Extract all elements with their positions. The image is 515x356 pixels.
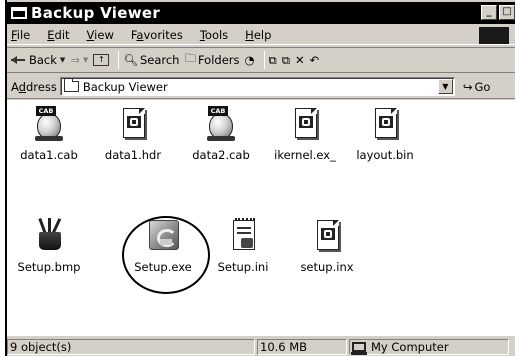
file-name: data2.cab (192, 148, 250, 162)
address-input[interactable]: Backup Viewer ▼ (59, 77, 455, 96)
menu-edit[interactable]: Edit (47, 28, 69, 42)
cab-icon: CAB (205, 106, 237, 142)
file-item[interactable]: Setup.ini (203, 218, 283, 274)
go-arrow-icon: ↪ (462, 79, 473, 94)
menu-file[interactable]: File (11, 28, 30, 42)
file-item[interactable]: ikernel.ex_ (265, 106, 345, 162)
file-item[interactable]: data1.hdr (93, 106, 173, 162)
windows-logo-icon (479, 27, 509, 44)
undo-icon: ↶ (309, 53, 320, 67)
file-name: Setup.bmp (17, 260, 81, 274)
file-name: setup.inx (300, 260, 354, 274)
folder-icon (63, 78, 79, 92)
file-item[interactable]: CAB data2.cab (181, 106, 261, 162)
file-name: data1.cab (20, 148, 78, 162)
document-icon (369, 106, 401, 142)
menu-tools[interactable]: Tools (200, 28, 228, 42)
menu-bar: File Edit View Favorites Tools Help (7, 25, 515, 45)
file-item[interactable]: layout.bin (345, 106, 425, 162)
move-to-button[interactable]: ⧉ (269, 53, 277, 68)
move-to-icon: ⧉ (268, 52, 277, 67)
document-icon (289, 106, 321, 142)
copy-to-icon: ⧉ (281, 52, 290, 67)
forward-button[interactable]: ⇒ ▼ (70, 53, 88, 67)
computer-icon (351, 341, 367, 355)
menu-view[interactable]: View (87, 28, 114, 42)
up-folder-icon: ↑ (93, 54, 110, 66)
status-bar: 9 object(s) 10.6 MB My Computer (7, 337, 515, 356)
history-button[interactable]: ◔ (245, 53, 255, 67)
explorer-window: Backup Viewer _ □ File Edit View Favorit… (5, 0, 515, 356)
document-icon (311, 218, 343, 254)
cab-icon: CAB (33, 106, 65, 142)
undo-button[interactable]: ↶ (310, 53, 320, 67)
file-name: Setup.exe (134, 260, 192, 274)
file-item[interactable]: CAB data1.cab (9, 106, 89, 162)
file-item[interactable]: Setup.bmp (9, 217, 89, 274)
address-label: Address (11, 79, 57, 94)
maximize-button[interactable]: □ (499, 5, 515, 20)
file-item[interactable]: Setup.exe (123, 218, 203, 274)
document-icon (117, 106, 149, 142)
window-title: Backup Viewer (31, 4, 161, 22)
forward-arrow-icon: ⇒ (70, 53, 80, 67)
back-button[interactable]: Back ▼ (11, 53, 65, 67)
menu-help[interactable]: Help (245, 28, 271, 42)
folders-button[interactable]: 🗀 Folders (184, 51, 239, 70)
toolbar-divider (263, 51, 265, 69)
copy-to-button[interactable]: ⧉ (282, 53, 290, 68)
file-name: layout.bin (356, 148, 414, 162)
minimize-button[interactable]: _ (481, 5, 497, 20)
installer-icon (147, 218, 179, 254)
folder-window-icon (11, 7, 27, 19)
status-object-count: 9 object(s) (7, 338, 255, 355)
file-name: Setup.ini (217, 260, 269, 274)
search-button[interactable]: 🔍︎ Search (123, 53, 179, 67)
status-size: 10.6 MB (257, 338, 347, 355)
toolbar-divider (118, 51, 120, 69)
history-icon: ◔ (244, 53, 255, 67)
delete-icon: ✕ (294, 53, 305, 67)
up-folder-button[interactable]: ↑ (93, 54, 110, 66)
go-button[interactable]: ↪ Go (463, 80, 491, 94)
forward-dropdown-icon[interactable]: ▼ (83, 56, 88, 64)
file-name: ikernel.ex_ (274, 148, 336, 162)
status-zone: My Computer (349, 338, 509, 355)
search-icon: 🔍︎ (123, 53, 138, 67)
folders-icon: 🗀 (184, 50, 196, 65)
file-list: CAB data1.cab data1.hdr CAB data2.cab ik… (7, 100, 515, 336)
delete-button[interactable]: ✕ (295, 53, 305, 67)
file-name: data1.hdr (104, 148, 162, 162)
file-item[interactable]: setup.inx (287, 218, 367, 274)
back-dropdown-icon[interactable]: ▼ (60, 56, 65, 64)
menu-favorites[interactable]: Favorites (131, 28, 183, 42)
address-bar: Address Backup Viewer ▼ ↪ Go (7, 75, 515, 99)
config-icon (227, 218, 259, 254)
back-arrow-icon (11, 53, 27, 67)
address-dropdown-icon[interactable]: ▼ (437, 79, 453, 94)
title-bar[interactable]: Backup Viewer _ □ (7, 2, 515, 24)
paint-icon (33, 217, 65, 254)
toolbar: Back ▼ ⇒ ▼ ↑ 🔍︎ Search 🗀 Folders ◔ ⧉ ⧉ ✕… (7, 47, 515, 73)
